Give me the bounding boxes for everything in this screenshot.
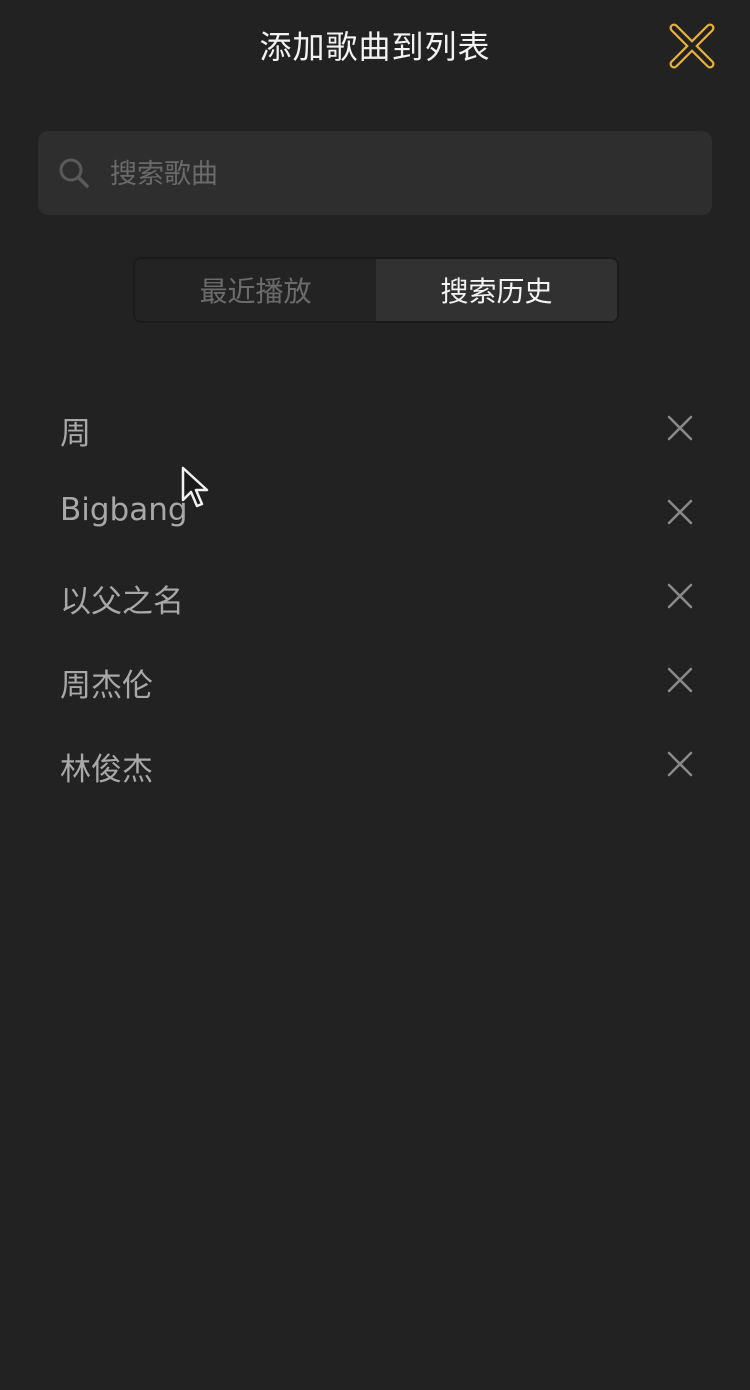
- history-item-label: 以父之名: [60, 584, 184, 620]
- history-item-label: Bigbang: [60, 492, 188, 528]
- delete-history-button[interactable]: [662, 494, 698, 530]
- list-item[interactable]: 林俊杰: [0, 724, 750, 808]
- list-item[interactable]: 周: [0, 388, 750, 472]
- search-icon: [59, 158, 89, 188]
- close-icon: [667, 415, 693, 441]
- page-title: 添加歌曲到列表: [259, 28, 491, 66]
- history-item-label: 林俊杰: [60, 752, 153, 788]
- list-item[interactable]: 周杰伦: [0, 640, 750, 724]
- close-icon: [667, 667, 693, 693]
- close-icon: [667, 499, 693, 525]
- tab-bar: 最近播放 搜索历史: [133, 257, 619, 323]
- delete-history-button[interactable]: [662, 410, 698, 446]
- delete-history-button[interactable]: [662, 578, 698, 614]
- history-item-label: 周: [60, 416, 91, 452]
- history-item-label: 周杰伦: [60, 668, 153, 704]
- tab-recent-played[interactable]: 最近播放: [135, 259, 376, 321]
- tab-search-history[interactable]: 搜索历史: [376, 259, 617, 321]
- close-icon: [667, 751, 693, 777]
- list-item[interactable]: 以父之名: [0, 556, 750, 640]
- delete-history-button[interactable]: [662, 662, 698, 698]
- close-icon: [667, 583, 693, 609]
- close-button[interactable]: [664, 18, 720, 74]
- list-item[interactable]: Bigbang: [0, 472, 750, 556]
- close-icon: [669, 23, 715, 69]
- delete-history-button[interactable]: [662, 746, 698, 782]
- search-box[interactable]: [38, 131, 712, 217]
- search-input[interactable]: [108, 131, 702, 217]
- search-history-list: 周 Bigbang 以父之名 周杰伦 林俊杰: [0, 388, 750, 808]
- header: 添加歌曲到列表: [0, 0, 750, 88]
